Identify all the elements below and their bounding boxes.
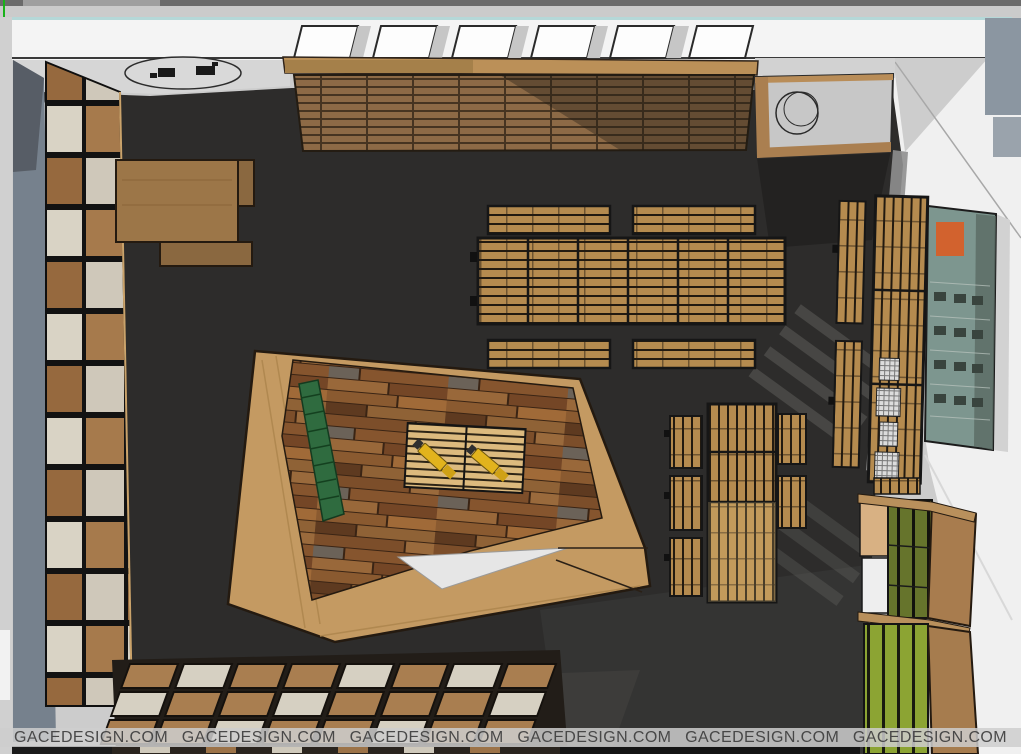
watermark-text: GACEDESIGN.COM bbox=[853, 729, 1007, 747]
window-pane bbox=[610, 26, 674, 58]
basket bbox=[874, 452, 899, 479]
bench bbox=[670, 538, 702, 596]
shelf-top-slats bbox=[874, 478, 920, 494]
right-top-panel-lower bbox=[993, 117, 1021, 157]
bench-leg bbox=[832, 245, 838, 253]
bench-leg bbox=[664, 430, 670, 437]
bench-leg bbox=[828, 397, 834, 405]
shelf-olive-unit bbox=[888, 500, 932, 618]
table-object bbox=[150, 73, 157, 78]
oval-table bbox=[125, 57, 241, 89]
counter-floor-shadow bbox=[757, 150, 891, 248]
bench bbox=[670, 416, 702, 468]
table-leg bbox=[470, 252, 477, 262]
watermark-text: GACEDESIGN.COM bbox=[350, 729, 504, 747]
counter-edge-left bbox=[755, 77, 770, 158]
desk-top bbox=[116, 160, 238, 242]
window-pane bbox=[531, 26, 595, 58]
table-leg bbox=[470, 296, 477, 306]
shelf-wood-face bbox=[928, 503, 976, 626]
bench bbox=[778, 414, 806, 464]
wall-poster bbox=[925, 206, 1010, 452]
top-strip-light bbox=[23, 0, 160, 6]
bench bbox=[778, 476, 806, 528]
bench bbox=[488, 206, 610, 234]
basket bbox=[879, 358, 900, 381]
table-object bbox=[212, 62, 218, 66]
right-top-panel bbox=[985, 18, 1021, 115]
window-pane bbox=[294, 26, 358, 58]
window-pane bbox=[373, 26, 437, 58]
display-table bbox=[868, 196, 927, 483]
watermark-text: GACEDESIGN.COM bbox=[182, 729, 336, 747]
service-counter bbox=[755, 74, 893, 158]
bench bbox=[836, 201, 865, 324]
bench-leg bbox=[664, 554, 670, 561]
table-object bbox=[158, 68, 175, 77]
bench bbox=[633, 206, 755, 234]
bottom-strip bbox=[12, 746, 860, 754]
window-pane bbox=[452, 26, 516, 58]
poster-logo bbox=[936, 222, 964, 256]
desk-side bbox=[238, 160, 254, 206]
basket bbox=[879, 422, 898, 446]
interior-render bbox=[0, 0, 1021, 754]
left-side bbox=[13, 60, 132, 742]
green-shelving bbox=[858, 478, 978, 754]
table-object bbox=[196, 66, 215, 75]
bench bbox=[488, 340, 610, 368]
bench-leg bbox=[664, 492, 670, 499]
window-pane bbox=[689, 26, 753, 58]
table-divider bbox=[873, 290, 925, 291]
basket bbox=[876, 388, 901, 417]
panel-top-rail-dark bbox=[285, 60, 473, 73]
outside-band bbox=[0, 6, 1021, 17]
watermark-band: GACEDESIGN.COM GACEDESIGN.COM GACEDESIGN… bbox=[0, 728, 1021, 747]
table-divider bbox=[871, 384, 923, 385]
central-platform bbox=[228, 351, 650, 642]
bench bbox=[670, 476, 702, 530]
watermark-text: GACEDESIGN.COM bbox=[14, 729, 168, 747]
bottom-dark-left bbox=[12, 746, 112, 754]
bench bbox=[833, 341, 862, 468]
outside-left-highlight bbox=[0, 630, 10, 700]
shelf-cell-wood bbox=[860, 498, 888, 556]
exhibit-table bbox=[404, 423, 525, 493]
watermark-text: GACEDESIGN.COM bbox=[685, 729, 839, 747]
teal-guide-line bbox=[10, 17, 1012, 20]
bench bbox=[633, 340, 755, 368]
sunlight-patch bbox=[708, 502, 776, 602]
render-canvas: GACEDESIGN.COM GACEDESIGN.COM GACEDESIGN… bbox=[0, 0, 1021, 754]
shelf-cell-white bbox=[862, 558, 888, 613]
desk-return bbox=[160, 242, 252, 266]
slat-wall-panel bbox=[283, 57, 758, 151]
watermark-text: GACEDESIGN.COM bbox=[517, 729, 671, 747]
long-table bbox=[478, 238, 785, 324]
left-cubby-shelf bbox=[46, 62, 132, 706]
bottom-dark-right bbox=[560, 746, 860, 754]
